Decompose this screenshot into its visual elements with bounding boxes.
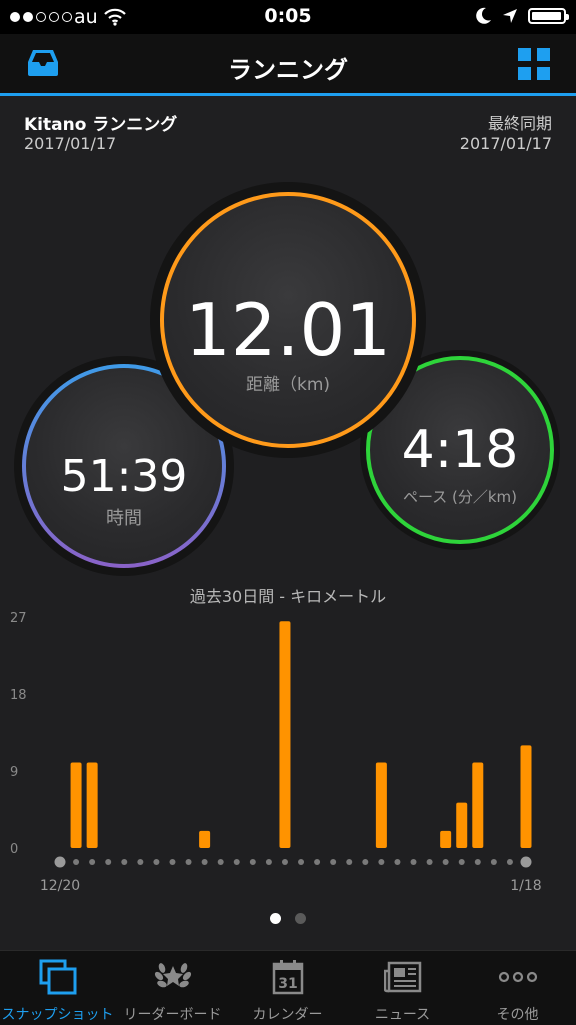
x-axis-day-dot	[378, 859, 385, 865]
distance-gauge[interactable]: 12.01 距離（km)	[150, 182, 426, 458]
page-indicator	[0, 913, 576, 924]
y-tick-label: 0	[10, 842, 18, 857]
tab-leaderboard-label: リーダーボード	[123, 1007, 222, 1023]
x-axis-day-dot	[137, 859, 144, 865]
time-value: 51:39	[60, 451, 188, 502]
x-axis-day-dot	[394, 859, 401, 865]
x-axis-day-dot	[330, 859, 337, 865]
x-axis-day-dot	[249, 859, 256, 865]
distance-value: 12.01	[184, 288, 392, 372]
chart-bar	[70, 762, 82, 848]
x-axis-end-dot	[54, 856, 66, 868]
tab-news[interactable]: ニュース	[345, 951, 460, 1025]
distance-bar-chart: 27 18 9 0 12/20 1/18	[10, 611, 542, 894]
tab-bar: スナップショット リーダーボード 31 カレンダー ニュース その他	[0, 950, 576, 1025]
moon-icon	[476, 7, 491, 24]
last-sync-label: 最終同期	[487, 114, 552, 133]
page-title: ランニング	[228, 56, 348, 84]
activity-name: Kitano ランニング	[24, 115, 178, 135]
chart-bar	[440, 830, 452, 848]
x-end-label: 1/18	[510, 878, 541, 894]
chart-bar	[86, 762, 98, 848]
y-tick-label: 9	[10, 765, 18, 780]
x-axis-day-dot	[265, 859, 272, 865]
battery-icon	[528, 8, 569, 24]
tab-snapshot[interactable]: スナップショット	[0, 951, 115, 1025]
tab-snapshot-label: スナップショット	[1, 1007, 114, 1023]
x-axis-day-dot	[217, 859, 224, 865]
y-tick-label: 27	[10, 611, 27, 626]
x-axis-day-dot	[314, 859, 321, 865]
y-tick-label: 18	[10, 688, 27, 703]
x-axis-day-dot	[281, 859, 288, 865]
location-arrow-icon	[503, 9, 517, 23]
x-axis-day-dot	[426, 859, 433, 865]
x-axis-day-dot	[73, 859, 80, 865]
chart-bar	[472, 762, 484, 848]
x-axis-day-dot	[169, 859, 176, 865]
chart-bar	[520, 745, 532, 848]
newspaper-icon	[345, 959, 460, 995]
tab-calendar[interactable]: 31 カレンダー	[230, 951, 345, 1025]
x-axis-day-dot	[298, 859, 305, 865]
x-axis-day-dot	[490, 859, 497, 865]
x-axis-day-dot	[233, 859, 240, 865]
x-axis-day-dot	[410, 859, 417, 865]
x-axis-day-dot	[442, 859, 449, 865]
x-axis-day-dot	[506, 859, 513, 865]
x-axis-day-dot	[201, 859, 208, 865]
chart-bar	[456, 802, 468, 848]
x-start-label: 12/20	[40, 878, 80, 894]
x-axis-day-dot	[362, 859, 369, 865]
tab-more[interactable]: その他	[460, 951, 575, 1025]
tab-calendar-label: カレンダー	[252, 1007, 323, 1023]
chart-bar	[279, 621, 291, 848]
tab-news-label: ニュース	[374, 1007, 431, 1023]
pace-label: ペース (分／km)	[402, 488, 518, 506]
last-sync-date: 2017/01/17	[459, 134, 552, 153]
x-axis-end-dot	[520, 856, 532, 868]
x-axis-day-dot	[346, 859, 353, 865]
snapshot-icon	[0, 959, 115, 995]
calendar-icon: 31	[230, 959, 345, 995]
status-bar: au 0:05	[0, 0, 576, 34]
x-axis-day-dot	[474, 859, 481, 865]
x-axis-day-dot	[153, 859, 160, 865]
chart-bar	[375, 762, 387, 848]
navigation-bar: ランニング	[0, 34, 576, 96]
more-icon	[460, 959, 575, 995]
x-axis-day-dot	[105, 859, 112, 865]
time-label: 時間	[106, 508, 142, 529]
page-dot[interactable]	[295, 913, 306, 924]
pace-value: 4:18	[401, 420, 519, 480]
page-dot[interactable]	[270, 913, 281, 924]
chart-bar	[199, 830, 211, 848]
laurel-icon	[115, 959, 230, 995]
x-axis-day-dot	[458, 859, 465, 865]
grid-view-icon[interactable]	[518, 48, 550, 84]
x-axis-day-dot	[121, 859, 128, 865]
x-axis-day-dot	[185, 859, 192, 865]
activity-date: 2017/01/17	[24, 134, 117, 153]
tab-more-label: その他	[496, 1007, 539, 1023]
x-axis-day-dot	[89, 859, 96, 865]
tab-leaderboard[interactable]: リーダーボード	[115, 951, 230, 1025]
distance-label: 距離（km)	[245, 375, 331, 395]
calendar-day-number: 31	[278, 976, 297, 992]
